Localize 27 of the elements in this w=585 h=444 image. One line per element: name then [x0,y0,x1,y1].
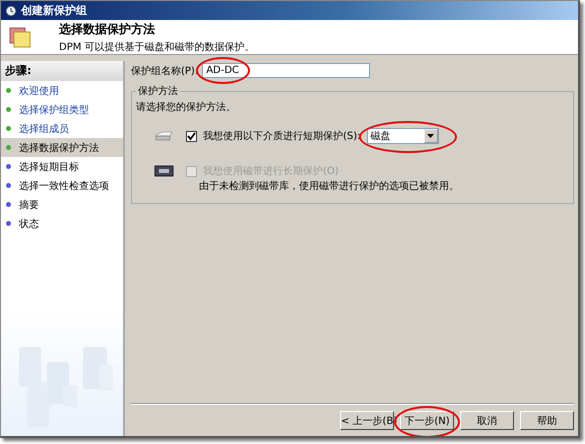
wizard-button[interactable]: 帮助 [520,411,574,430]
wizard-button[interactable]: 下一步(N) [400,411,454,430]
prompt-text: 请选择您的保护方法。 [136,100,237,114]
step-item[interactable]: 选择组成员 [1,119,123,138]
steps-heading: 步骤: [1,61,123,81]
option-label: 我想使用磁带进行长期保护(O) [203,164,339,178]
page-subtitle: DPM 可以提供基于磁盘和磁带的数据保护。 [59,40,255,54]
window-title: 创建新保护组 [21,3,87,18]
group-title: 保护方法 [137,84,179,98]
checkbox[interactable] [186,130,197,142]
tape-icon [154,165,174,177]
wizard-button[interactable]: 取消 [460,411,514,430]
page-title: 选择数据保护方法 [59,20,156,38]
step-item[interactable]: 状态 [1,214,123,233]
disk-drive-icon [154,130,174,142]
dropdown-arrow-icon [427,134,434,138]
step-item[interactable]: 选择数据保护方法 [1,138,123,157]
step-item[interactable]: 摘要 [1,195,123,214]
medium-dropdown[interactable]: 磁盘 [366,128,439,144]
step-item[interactable]: 选择一致性检查选项 [1,176,123,195]
step-item[interactable]: 选择短期目标 [1,157,123,176]
step-item[interactable]: 欢迎使用 [1,81,123,100]
option-label: 我想使用以下介质进行短期保护(S): [203,130,361,143]
folder-icon [9,26,31,48]
step-item[interactable]: 选择保护组类型 [1,100,123,119]
name-field[interactable]: AD-DC [202,63,370,78]
note-text: 由于未检测到磁带库，使用磁带进行保护的选项已被禁用。 [198,180,460,193]
